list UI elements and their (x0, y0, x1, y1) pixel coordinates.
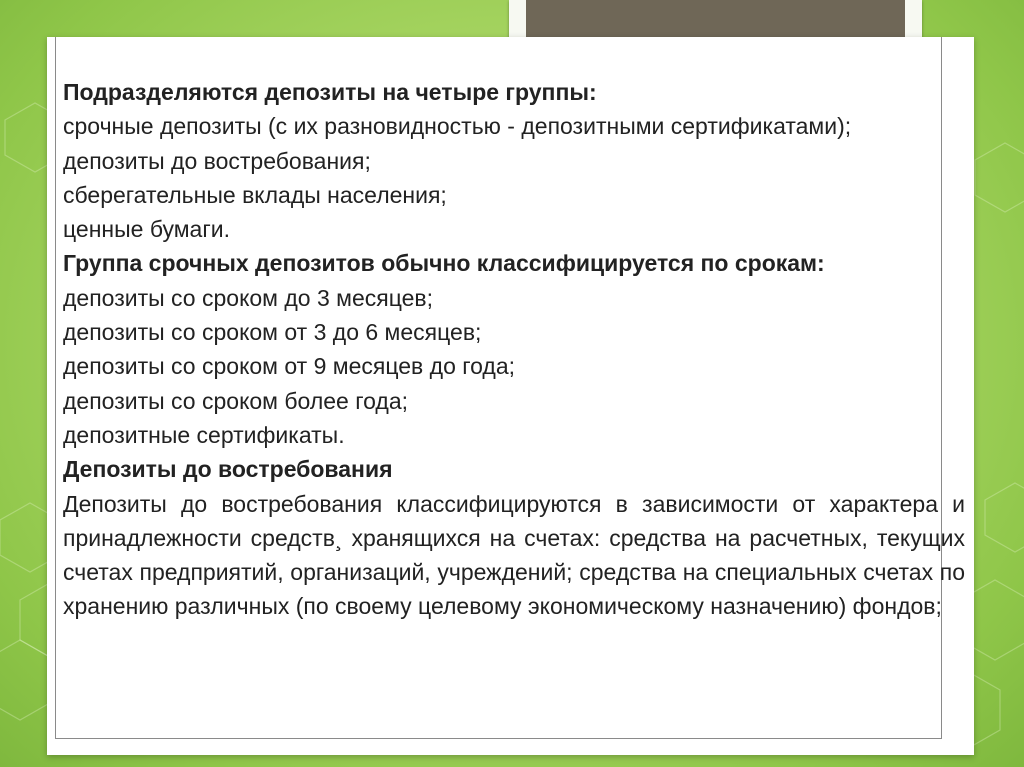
text-line: депозиты со сроком от 9 месяцев до года; (63, 353, 516, 380)
heading-term-groups: Группа срочных депозитов обычно классифи… (63, 250, 825, 277)
heading-four-groups: Подразделяются депозиты на четыре группы… (63, 79, 597, 105)
heading-demand-deposits: Депозиты до востребования (63, 456, 393, 483)
text-line: депозиты со сроком до 3 месяцев; (63, 284, 434, 311)
text-line: депозиты до востребования; (63, 147, 371, 174)
text-line: депозиты со сроком более года; (63, 387, 409, 414)
text-line: депозитные сертификаты. (63, 421, 345, 448)
text-line: срочные депозиты (с их разновидностью - … (63, 113, 852, 140)
slide: { "slide": { "lines": [ {"text": "Подраз… (0, 0, 1024, 767)
text-line: сберегательные вклады населения; (63, 181, 447, 208)
text-line: ценные бумаги. (63, 216, 230, 243)
text-line: депозиты со сроком от 3 до 6 месяцев; (63, 319, 482, 346)
content-panel: Подразделяются депозиты на четыре группы… (47, 37, 974, 755)
body-text: Подразделяются депозиты на четыре группы… (63, 75, 965, 624)
text-paragraph: Депозиты до востребования классифицируют… (63, 490, 965, 620)
